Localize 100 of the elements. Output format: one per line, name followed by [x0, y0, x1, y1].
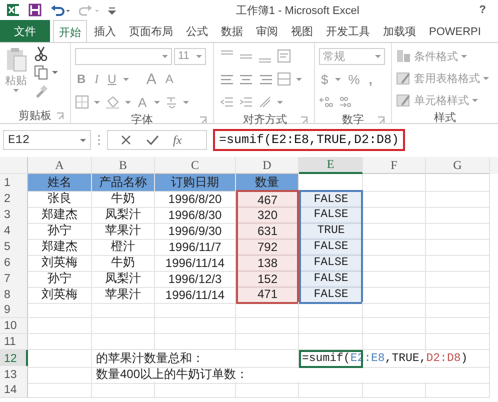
cancel-icon[interactable]: [120, 134, 132, 146]
help-button[interactable]: ?: [479, 4, 492, 16]
redo-icon[interactable]: [79, 3, 100, 17]
caret-icon[interactable]: [154, 100, 160, 104]
table-cell: [92, 334, 155, 350]
caret-icon[interactable]: [472, 98, 478, 102]
table-cell: [426, 222, 490, 240]
cell-text: 1996/9/30: [168, 224, 222, 238]
table-cell: [236, 302, 299, 318]
format-painter-icon[interactable]: [34, 83, 49, 98]
caret-icon[interactable]: [94, 100, 100, 104]
file-tab[interactable]: 文件: [0, 20, 50, 42]
cell-text: FALSE: [314, 256, 348, 269]
row-header[interactable]: 14: [0, 382, 28, 398]
select-all-button[interactable]: [0, 157, 28, 174]
increase-decimal-icon[interactable]: [319, 95, 333, 109]
table-cell: [426, 174, 490, 192]
caret-icon[interactable]: [335, 78, 342, 80]
dialog-launcher-icon[interactable]: [56, 112, 64, 120]
cell-text: 471: [257, 287, 278, 301]
ribbon-tab[interactable]: 页面布局: [123, 20, 179, 42]
cell-text: 郑建杰: [42, 238, 78, 255]
column-header[interactable]: G: [426, 157, 490, 174]
ribbon-tab[interactable]: 插入: [88, 20, 122, 42]
caret-icon[interactable]: [277, 100, 283, 104]
group-label: 剪贴板: [18, 108, 52, 123]
table-cell: [426, 254, 490, 272]
table-cell: [426, 270, 490, 288]
caret-icon[interactable]: [80, 138, 86, 142]
orientation-icon[interactable]: [258, 95, 272, 109]
enter-icon[interactable]: [146, 134, 159, 146]
cell-text: 1996/8/30: [168, 208, 222, 222]
ribbon-tab[interactable]: 开发工具: [320, 20, 376, 42]
decrease-decimal-icon[interactable]: [338, 95, 352, 109]
formula-field[interactable]: =sumif(E2:E8,TRUE,D2:D8): [213, 129, 406, 151]
ribbon-tab[interactable]: 审阅: [250, 20, 284, 42]
borders-icon[interactable]: [75, 95, 89, 109]
cell-text: 牛奶: [111, 190, 135, 207]
ribbon-tab[interactable]: 公式: [180, 20, 214, 42]
row-header[interactable]: 9: [0, 302, 28, 318]
align-center-icon[interactable]: [239, 72, 253, 86]
cell-text: 苹果汁: [105, 286, 141, 303]
ribbon-tab[interactable]: POWERPI: [423, 20, 487, 42]
copy-icon[interactable]: [34, 64, 58, 80]
cut-icon[interactable]: [34, 46, 48, 61]
table-cell: [426, 334, 490, 350]
align-left-icon[interactable]: [220, 72, 234, 86]
dialog-launcher-icon[interactable]: [377, 116, 385, 124]
decrease-indent-icon[interactable]: [220, 95, 234, 109]
ribbon-tab[interactable]: 视图: [285, 20, 319, 42]
caret-icon[interactable]: [375, 54, 381, 58]
column-header[interactable]: E: [299, 157, 363, 174]
dialog-launcher-icon[interactable]: [300, 116, 308, 124]
ribbon-tab[interactable]: 加载项: [377, 20, 422, 42]
table-cell: [363, 270, 426, 288]
table-cell: [363, 318, 426, 334]
table-cell: [363, 174, 426, 192]
caret-icon[interactable]: [125, 100, 131, 104]
increase-indent-icon[interactable]: [239, 95, 253, 109]
caret-icon[interactable]: [296, 78, 302, 80]
cell-text: 凤梨汁: [105, 270, 141, 287]
caret-icon[interactable]: [483, 76, 489, 80]
phonetic-guide-icon[interactable]: [164, 95, 178, 109]
cell-text: 138: [257, 256, 278, 270]
caret-icon[interactable]: [182, 100, 189, 104]
row-header[interactable]: 11: [0, 334, 28, 350]
ribbon-tab[interactable]: 开始: [53, 20, 87, 42]
merge-cells-icon[interactable]: [277, 72, 291, 86]
font-name-field[interactable]: [75, 48, 172, 64]
table-cell: [363, 222, 426, 240]
caret-icon[interactable]: [123, 78, 130, 80]
cell-text: FALSE: [314, 288, 348, 300]
caret-icon[interactable]: [461, 54, 467, 58]
save-icon[interactable]: [28, 3, 42, 17]
caret-icon[interactable]: [196, 54, 202, 58]
row-header[interactable]: 10: [0, 318, 28, 334]
insert-function-button[interactable]: fx: [173, 132, 182, 148]
ribbon-tab[interactable]: 数据: [215, 20, 249, 42]
caret-icon[interactable]: [162, 54, 168, 58]
window-title: 工作簿1 - Microsoft Excel: [234, 4, 360, 18]
cell-text: 刘英梅: [42, 286, 78, 303]
caret-icon[interactable]: [13, 89, 19, 92]
column-header[interactable]: F: [363, 157, 426, 174]
cell-text: 1996/11/14: [165, 256, 225, 270]
table-cell: [363, 206, 426, 224]
dialog-launcher-icon[interactable]: [199, 116, 207, 124]
group-label: 样式: [434, 111, 456, 125]
cell-text: 1996/12/3: [168, 272, 222, 286]
name-box[interactable]: E12: [3, 130, 91, 150]
table-cell: [426, 286, 490, 304]
undo-icon[interactable]: [50, 3, 71, 17]
excel-logo-icon[interactable]: [6, 3, 20, 17]
cell-text: 牛奶: [111, 254, 135, 271]
wrap-text-icon[interactable]: [277, 49, 291, 63]
cell-text: FALSE: [314, 272, 348, 285]
fill-color-icon[interactable]: [105, 94, 120, 110]
cell-text: 320: [257, 208, 278, 222]
grip-icon: [97, 133, 101, 147]
cell-text: FALSE: [314, 208, 348, 221]
align-right-icon[interactable]: [258, 72, 272, 86]
